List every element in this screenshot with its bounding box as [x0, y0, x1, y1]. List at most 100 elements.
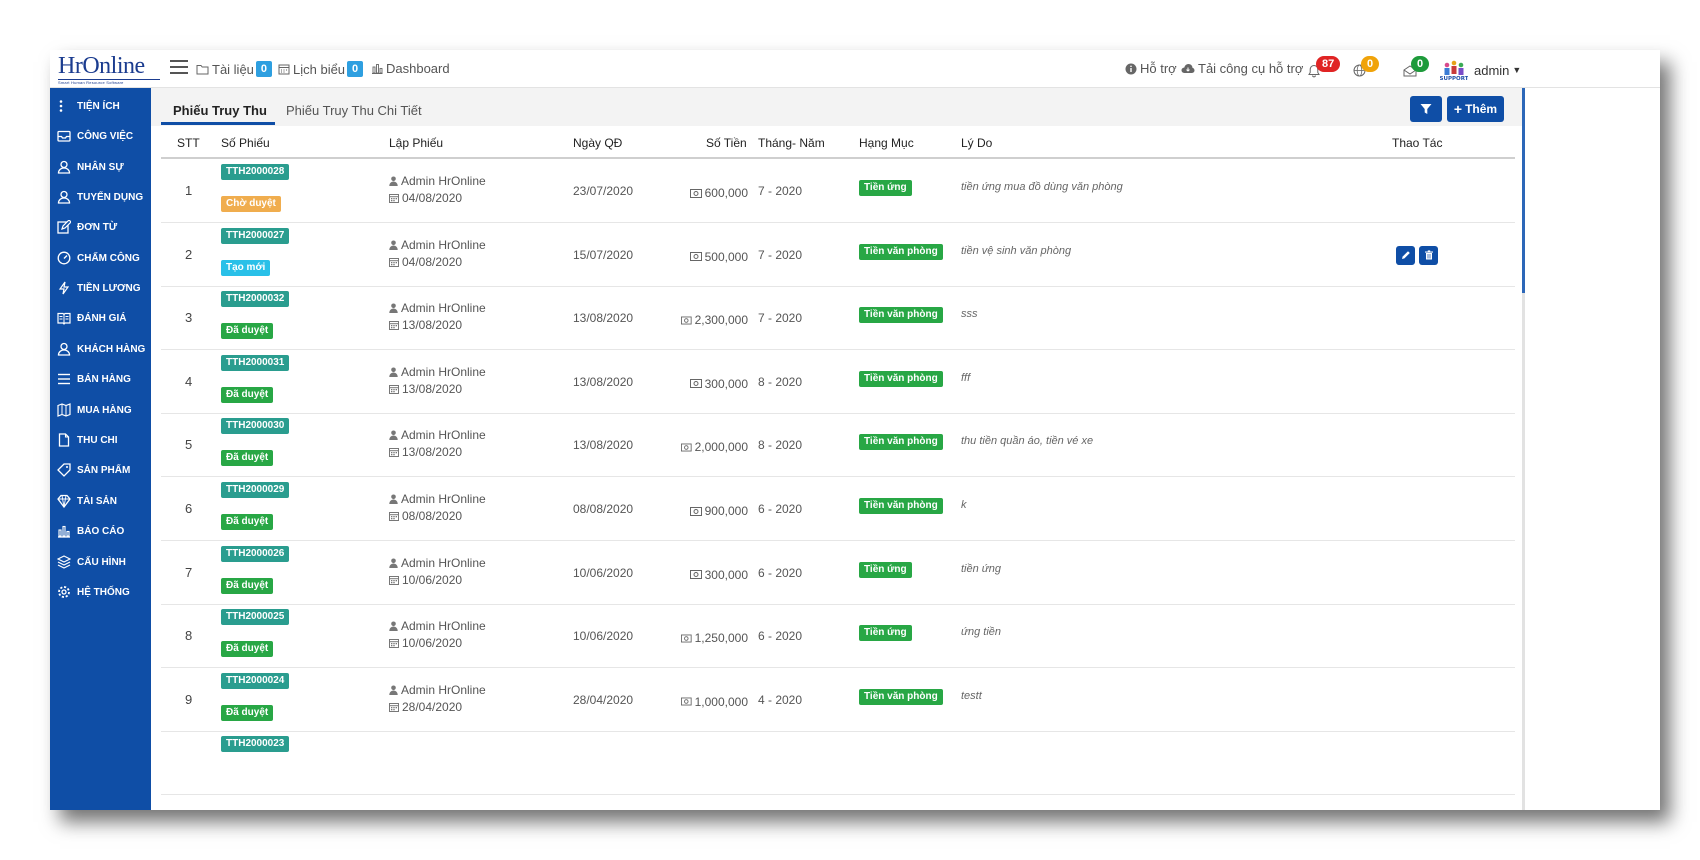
column-header-amount[interactable]: Số Tiền: [706, 136, 747, 150]
sidebar-item-evaluation[interactable]: ĐÁNH GIÁ: [57, 308, 149, 328]
mail-notifications-button[interactable]: 0: [1403, 56, 1430, 82]
trash-icon: [1424, 250, 1433, 260]
sidebar-item-label: CẤU HÌNH: [77, 556, 126, 568]
user-menu[interactable]: SUPPORT admin ▼: [1440, 59, 1521, 81]
support-link[interactable]: Hỗ trợ: [1125, 61, 1177, 76]
sidebar-item-tasks[interactable]: CÔNG VIỆC: [57, 126, 149, 146]
receipt-code-badge[interactable]: TTH2000027: [221, 227, 290, 244]
sidebar-item-label: BÁO CÁO: [77, 525, 125, 537]
creator-cell: Admin HrOnline: [389, 556, 486, 570]
sidebar-item-system[interactable]: HỆ THỐNG: [57, 582, 149, 602]
sidebar-item-requests[interactable]: ĐƠN TỪ: [57, 217, 149, 237]
app-window: HrOnline Smart Human Resource Software T…: [50, 50, 1660, 810]
nav-documents[interactable]: Tài liệu 0: [196, 61, 273, 77]
nav-calendar[interactable]: Lịch biểu 0: [278, 61, 364, 77]
inbox-icon: [57, 130, 71, 142]
download-tools-link[interactable]: Tải công cụ hỗ trợ: [1181, 61, 1303, 76]
amount-cell: 1,000,000: [681, 695, 748, 709]
column-header-stt[interactable]: STT: [177, 136, 200, 150]
sidebar-item-label: CÔNG VIỆC: [77, 130, 134, 142]
category-badge: Tiền văn phòng: [859, 307, 943, 324]
receipt-code-badge[interactable]: TTH2000031: [221, 354, 290, 371]
table-row[interactable]: 4 TTH2000031 Đã duyệt Admin HrOnline 13/08/2…: [161, 351, 1515, 414]
user-icon: [389, 303, 398, 314]
sidebar-item-label: TIỀN LƯƠNG: [77, 282, 141, 294]
category-badge: Tiền ứng: [859, 180, 912, 196]
column-header-creator[interactable]: Lập Phiếu: [389, 136, 443, 150]
user-icon: [389, 430, 398, 441]
receipt-code-badge[interactable]: TTH2000032: [221, 291, 290, 308]
sidebar-item-purchasing[interactable]: MUA HÀNG: [57, 400, 149, 420]
created-date: 08/08/2020: [402, 509, 463, 523]
scrollbar-thumb[interactable]: [1522, 88, 1525, 293]
user-name: admin: [1474, 62, 1510, 78]
sidebar-item-utilities[interactable]: TIỆN ÍCH: [57, 96, 149, 116]
sidebar-item-products[interactable]: SẢN PHẨM: [57, 460, 149, 480]
period-value: 8 - 2020: [758, 438, 803, 453]
receipt-code-badge[interactable]: TTH2000024: [221, 672, 290, 689]
table-row[interactable]: 2 TTH2000027 Tạo mới Admin HrOnline 04/08/20…: [161, 224, 1515, 287]
decision-date: 28/04/2020: [573, 692, 634, 707]
table-row[interactable]: 7 TTH2000026 Đã duyệt Admin HrOnline 10/06/2…: [161, 542, 1515, 605]
delete-button[interactable]: [1419, 245, 1438, 265]
period-value: 4 - 2020: [758, 692, 803, 707]
creator-cell: Admin HrOnline: [389, 174, 486, 188]
table-row[interactable]: 9 TTH2000024 Đã duyệt Admin HrOnline 28/04/2…: [161, 669, 1515, 732]
sidebar-item-sales[interactable]: BÁN HÀNG: [57, 369, 149, 389]
table-header: STT Số Phiếu Lập Phiếu Ngày QĐ Số Tiền T…: [161, 132, 1515, 159]
file-icon: [58, 433, 70, 447]
creator-cell: Admin HrOnline: [389, 492, 486, 506]
receipt-code-badge[interactable]: TTH2000026: [221, 545, 290, 562]
menu-icon: [58, 373, 70, 385]
table-row[interactable]: 3 TTH2000032 Đã duyệt Admin HrOnline 13/08/2…: [161, 287, 1515, 351]
row-index: 7: [185, 564, 193, 580]
receipt-code-badge[interactable]: TTH2000029: [221, 482, 290, 498]
receipt-code-badge[interactable]: TTH2000025: [221, 609, 290, 626]
column-header-code[interactable]: Số Phiếu: [221, 136, 270, 150]
column-header-reason[interactable]: Lý Do: [961, 136, 992, 150]
tab-receipt-details[interactable]: Phiếu Truy Thu Chi Tiết: [286, 103, 422, 118]
hamburger-menu-icon[interactable]: [170, 60, 188, 76]
creator-name: Admin HrOnline: [401, 174, 486, 188]
add-button[interactable]: + Thêm: [1447, 96, 1504, 122]
edit-button[interactable]: [1396, 245, 1415, 265]
column-header-period[interactable]: Tháng- Năm: [758, 136, 825, 150]
created-date: 13/08/2020: [402, 445, 463, 460]
creator-cell: Admin HrOnline: [389, 301, 486, 315]
sidebar-item-recruitment[interactable]: TUYỂN DỤNG: [57, 187, 149, 207]
receipt-code-badge[interactable]: TTH2000028: [221, 164, 290, 180]
globe-notifications-button[interactable]: 0: [1353, 56, 1380, 82]
sidebar-item-assets[interactable]: TÀI SẢN: [57, 491, 149, 511]
notifications-count-badge: 87: [1316, 56, 1341, 72]
creator-name: Admin HrOnline: [401, 428, 486, 443]
notifications-button[interactable]: 87: [1308, 56, 1341, 83]
sidebar-item-timekeeping[interactable]: CHẤM CÔNG: [57, 248, 149, 268]
calendar-icon: [389, 448, 399, 458]
sidebar-item-hr[interactable]: NHÂN SỰ: [57, 157, 149, 177]
filter-button[interactable]: [1410, 96, 1442, 122]
receipt-code-badge[interactable]: TTH2000030: [221, 418, 290, 435]
nav-dashboard[interactable]: Dashboard: [371, 61, 450, 76]
sidebar-item-customers[interactable]: KHÁCH HÀNG: [57, 339, 149, 359]
logo[interactable]: HrOnline Smart Human Resource Software: [58, 54, 160, 85]
status-badge: Chờ duyệt: [221, 196, 281, 212]
sidebar: TIỆN ÍCH CÔNG VIỆC NHÂN SỰ TUYỂN DỤNG ĐƠ…: [50, 88, 151, 810]
table-row[interactable]: 1 TTH2000028 Chờ duyệt Admin HrOnline 04/08/…: [161, 160, 1515, 223]
table-row[interactable]: 5 TTH2000030 Đã duyệt Admin HrOnline 13/08/2…: [161, 414, 1515, 478]
table-row[interactable]: TTH2000023: [161, 732, 1515, 796]
receipt-code-badge[interactable]: TTH2000023: [221, 736, 290, 753]
created-date-cell: 10/06/2020: [389, 636, 462, 650]
sidebar-item-reports[interactable]: BÁO CÁO: [57, 521, 149, 541]
sidebar-item-configuration[interactable]: CẤU HÌNH: [57, 552, 149, 572]
amount-cell: 500,000: [681, 250, 748, 264]
calendar-icon: [389, 512, 399, 521]
column-header-category[interactable]: Hạng Mục: [859, 136, 914, 150]
table-row[interactable]: 8 TTH2000025 Đã duyệt Admin HrOnline 10/06/2…: [161, 605, 1515, 669]
sidebar-item-payroll[interactable]: TIỀN LƯƠNG: [57, 278, 149, 298]
nav-dashboard-label: Dashboard: [386, 61, 450, 76]
column-header-decision-date[interactable]: Ngày QĐ: [573, 136, 622, 150]
vertical-scrollbar[interactable]: [1522, 88, 1525, 810]
sidebar-item-finance[interactable]: THU CHI: [57, 430, 149, 450]
tab-receipts[interactable]: Phiếu Truy Thu: [173, 103, 267, 118]
table-row[interactable]: 6 TTH2000029 Đã duyệt Admin HrOnline 08/08/2…: [161, 478, 1515, 541]
